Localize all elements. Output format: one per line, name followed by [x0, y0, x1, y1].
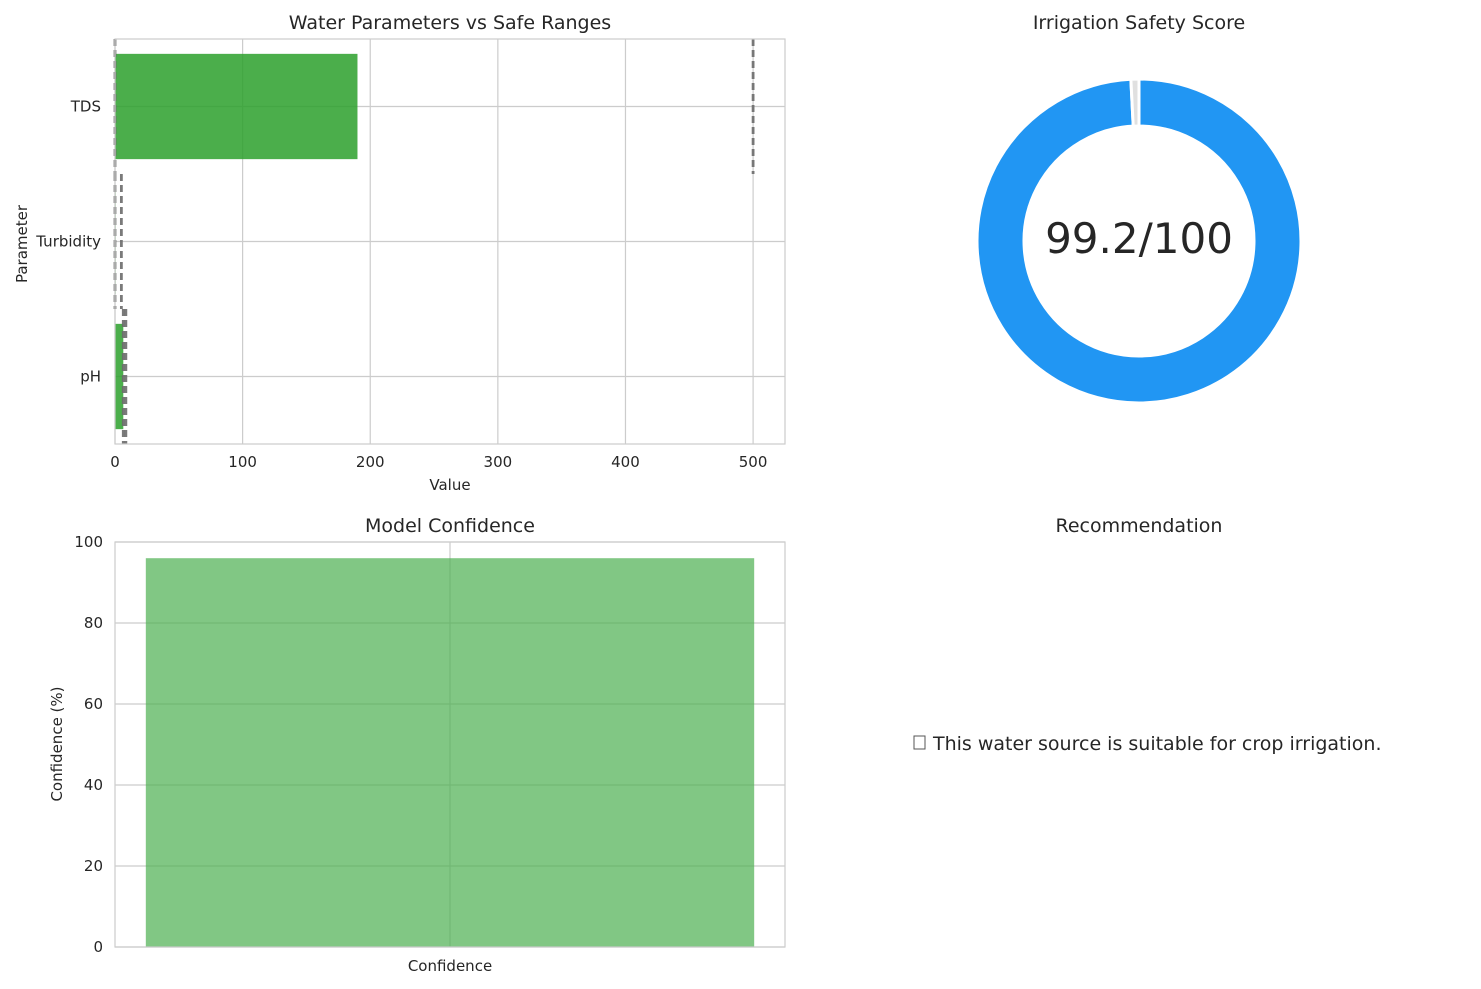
params-y-tick-label: TDS — [70, 98, 101, 116]
params-x-tick-label: 100 — [228, 453, 257, 471]
confidence-y-tick-label: 0 — [93, 938, 103, 956]
params-y-tick-label: pH — [80, 368, 101, 386]
params-x-axis-label: Value — [429, 476, 470, 494]
confidence-y-tick-label: 20 — [84, 857, 103, 875]
confidence-x-ticks: Confidence — [408, 957, 492, 975]
params-x-tick-label: 200 — [356, 453, 385, 471]
params-x-tick-label: 400 — [611, 453, 640, 471]
recommendation-text: This water source is suitable for crop i… — [932, 733, 1382, 755]
confidence-chart-title: Model Confidence — [365, 515, 535, 537]
safety-chart: Irrigation Safety Score 99.2/100 — [975, 12, 1303, 405]
params-y-ticks: pH Turbidity TDS — [35, 98, 101, 386]
recommendation-title: Recommendation — [1056, 515, 1223, 537]
confidence-y-tick-label: 80 — [84, 614, 103, 632]
confidence-y-tick-label: 100 — [74, 533, 103, 551]
params-x-tick-label: 500 — [739, 453, 768, 471]
safety-chart-title: Irrigation Safety Score — [1033, 12, 1245, 34]
params-x-ticks: 0 100 200 300 400 500 — [110, 453, 767, 471]
confidence-chart: Model Confidence 0 20 40 60 80 100 Confidence… — [48, 515, 786, 975]
safety-remainder-slice — [1129, 77, 1141, 128]
confidence-x-tick-label: Confidence — [408, 957, 492, 975]
params-x-tick-label: 0 — [110, 453, 120, 471]
dashboard-figure: Water Parameters vs Safe Ranges 0 100 200 3… — [13, 12, 1382, 975]
check-mark-icon — [913, 735, 926, 750]
params-y-tick-label: Turbidity — [35, 233, 101, 251]
confidence-bar — [145, 558, 755, 947]
params-chart-title: Water Parameters vs Safe Ranges — [289, 12, 611, 34]
params-chart: Water Parameters vs Safe Ranges 0 100 200 3… — [13, 12, 786, 494]
params-x-tick-label: 300 — [484, 453, 513, 471]
confidence-y-tick-label: 60 — [84, 695, 103, 713]
recommendation-panel: Recommendation This water source is suit… — [913, 515, 1382, 755]
confidence-y-ticks: 0 20 40 60 80 100 — [74, 533, 103, 956]
params-bar-tds — [115, 53, 358, 160]
confidence-bars — [145, 558, 755, 947]
confidence-y-tick-label: 40 — [84, 776, 103, 794]
params-y-axis-label: Parameter — [13, 204, 31, 283]
confidence-y-axis-label: Confidence (%) — [48, 686, 66, 801]
safety-score-label: 99.2/100 — [1045, 214, 1233, 263]
